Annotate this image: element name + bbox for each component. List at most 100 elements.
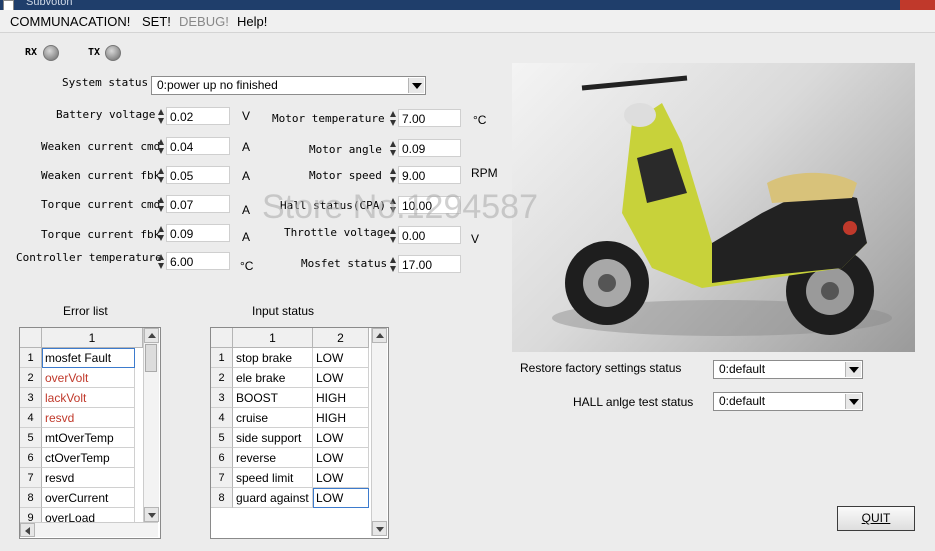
rx-led-icon (43, 45, 59, 61)
input-name[interactable]: cruise (233, 408, 313, 428)
menu-debug[interactable]: DEBUG! (179, 14, 229, 29)
spinner-icon[interactable] (157, 167, 165, 185)
error-item[interactable]: lackVolt (42, 388, 135, 408)
column-header[interactable]: 1 (233, 328, 313, 348)
input-value[interactable]: HIGH (313, 408, 369, 428)
row-header: 5 (20, 428, 42, 448)
error-item[interactable]: resvd (42, 408, 135, 428)
input-status-vscrollbar[interactable] (371, 328, 387, 536)
system-status-select[interactable]: 0:power up no finished (151, 76, 426, 95)
row-header: 1 (211, 348, 233, 368)
quit-button[interactable]: QUIT (837, 506, 915, 531)
row-header: 8 (20, 488, 42, 508)
restore-status-select[interactable]: 0:default (713, 360, 863, 379)
menu-bar: COMMUNACATION! SET! DEBUG! Help! (0, 10, 935, 33)
window-title: Subvoton (26, 0, 73, 8)
menu-communication[interactable]: COMMUNACATION! (10, 14, 130, 29)
motor-speed-label: Motor speed (309, 169, 382, 182)
input-value[interactable]: LOW (313, 368, 369, 388)
error-item[interactable]: mosfet Fault (42, 348, 135, 368)
motor-angle-field[interactable]: 0.09 (398, 139, 461, 157)
watermark: Store No.1294587 (262, 188, 538, 226)
spinner-icon[interactable] (157, 253, 165, 271)
motor-speed-field[interactable]: 9.00 (398, 166, 461, 184)
grid-corner (211, 328, 233, 348)
menu-help[interactable]: Help! (237, 14, 267, 29)
input-name[interactable]: guard against (233, 488, 313, 508)
chevron-down-icon[interactable] (408, 78, 424, 93)
input-value[interactable]: HIGH (313, 388, 369, 408)
menu-set[interactable]: SET! (142, 14, 171, 29)
weaken-current-cmd-unit: A (242, 140, 251, 154)
spinner-icon[interactable] (157, 196, 165, 214)
row-header: 2 (20, 368, 42, 388)
scroll-up-icon[interactable] (144, 328, 159, 343)
scroll-down-icon[interactable] (372, 521, 387, 536)
error-item[interactable]: ctOverTemp (42, 448, 135, 468)
weaken-current-cmd-label: Weaken current cmd (41, 140, 161, 153)
input-name[interactable]: BOOST (233, 388, 313, 408)
restore-status-value: 0:default (719, 362, 766, 376)
error-item[interactable]: resvd (42, 468, 135, 488)
battery-voltage-field[interactable]: 0.02 (166, 107, 230, 125)
battery-voltage-unit: V (242, 109, 251, 123)
spinner-icon[interactable] (157, 138, 165, 156)
torque-current-fbk-field[interactable]: 0.09 (166, 224, 230, 242)
input-name[interactable]: ele brake (233, 368, 313, 388)
weaken-current-cmd-field[interactable]: 0.04 (166, 137, 230, 155)
input-value[interactable]: LOW (313, 428, 369, 448)
row-header: 5 (211, 428, 233, 448)
scroll-down-icon[interactable] (144, 507, 159, 522)
input-name[interactable]: stop brake (233, 348, 313, 368)
input-name[interactable]: side support (233, 428, 313, 448)
input-value[interactable]: LOW (313, 468, 369, 488)
quit-button-label: QUIT (861, 511, 891, 525)
error-item[interactable]: overCurrent (42, 488, 135, 508)
mosfet-status-label: Mosfet status (301, 257, 388, 270)
spinner-icon[interactable] (389, 167, 397, 185)
column-header[interactable]: 1 (42, 328, 143, 348)
scroll-up-icon[interactable] (372, 328, 387, 343)
scroll-thumb[interactable] (145, 344, 157, 372)
tx-label: TX (88, 47, 101, 58)
spinner-icon[interactable] (157, 108, 165, 126)
error-item[interactable]: overVolt (42, 368, 135, 388)
weaken-current-fbk-field[interactable]: 0.05 (166, 166, 230, 184)
tx-led-icon (105, 45, 121, 61)
column-header[interactable]: 2 (313, 328, 369, 348)
row-header: 1 (20, 348, 42, 368)
input-name[interactable]: speed limit (233, 468, 313, 488)
close-button[interactable] (900, 0, 935, 10)
error-list-hscrollbar[interactable] (20, 522, 158, 537)
row-header: 3 (20, 388, 42, 408)
hall-test-select[interactable]: 0:default (713, 392, 863, 411)
chevron-down-icon[interactable] (845, 394, 861, 409)
grid-corner (20, 328, 42, 348)
input-value[interactable]: LOW (313, 488, 369, 508)
spinner-icon[interactable] (157, 225, 165, 243)
throttle-voltage-field[interactable]: 0.00 (398, 226, 461, 244)
controller-temperature-field[interactable]: 6.00 (166, 252, 230, 270)
input-name[interactable]: reverse (233, 448, 313, 468)
motor-temperature-field[interactable]: 7.00 (398, 109, 461, 127)
spinner-icon[interactable] (389, 256, 397, 274)
error-list-grid: 1 1 mosfet Fault 2 overVolt 3 lackVolt 4… (19, 327, 161, 539)
throttle-voltage-label: Throttle voltage (284, 226, 390, 239)
row-header: 6 (20, 448, 42, 468)
torque-current-cmd-field[interactable]: 0.07 (166, 195, 230, 213)
row-header: 3 (211, 388, 233, 408)
row-header: 4 (211, 408, 233, 428)
torque-current-cmd-unit: A (242, 203, 251, 217)
error-list-vscrollbar[interactable] (143, 328, 159, 522)
chevron-down-icon[interactable] (845, 362, 861, 377)
error-item[interactable]: mtOverTemp (42, 428, 135, 448)
mosfet-status-field[interactable]: 17.00 (398, 255, 461, 273)
row-header: 2 (211, 368, 233, 388)
scroll-left-icon[interactable] (20, 523, 35, 537)
spinner-icon[interactable] (389, 140, 397, 158)
torque-current-cmd-label: Torque current cmd (41, 198, 161, 211)
input-value[interactable]: LOW (313, 448, 369, 468)
input-value[interactable]: LOW (313, 348, 369, 368)
spinner-icon[interactable] (389, 110, 397, 128)
spinner-icon[interactable] (389, 227, 397, 245)
